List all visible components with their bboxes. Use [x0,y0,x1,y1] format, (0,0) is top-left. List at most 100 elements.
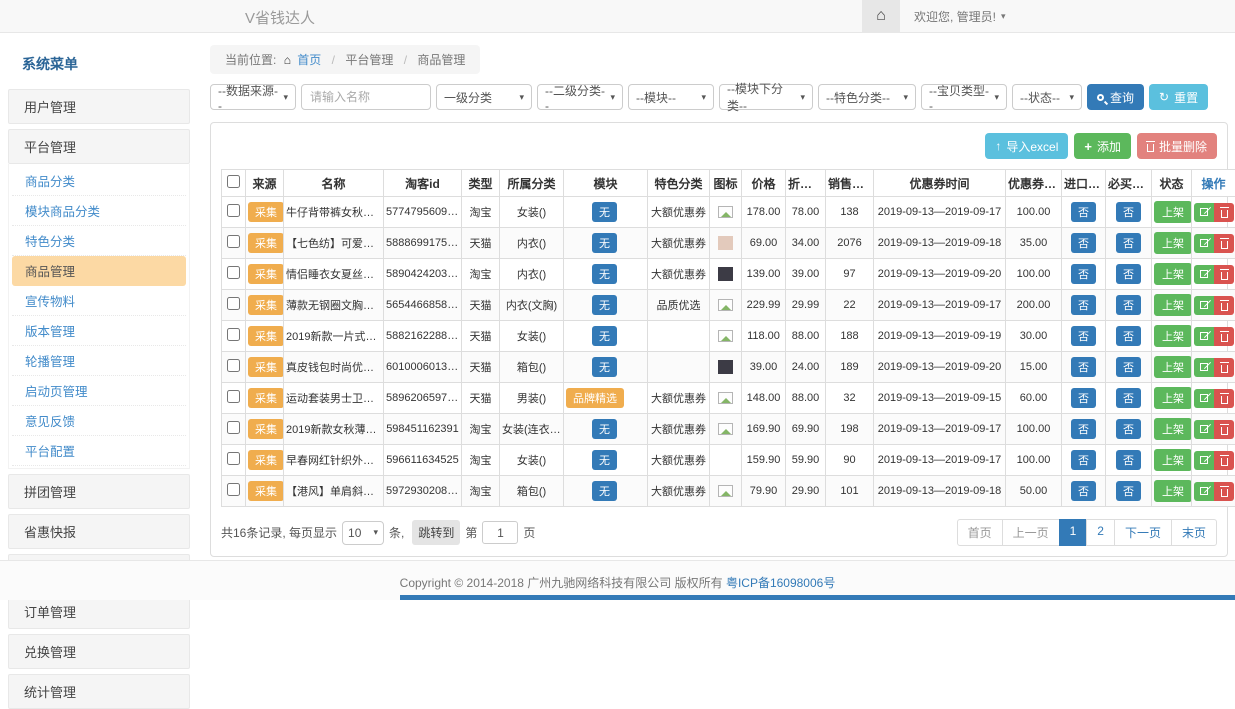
row-checkbox[interactable] [227,204,240,217]
status-button[interactable]: 上架 [1154,387,1192,409]
status-button[interactable]: 上架 [1154,356,1192,378]
import-excel-button[interactable]: ↑导入excel [985,133,1068,159]
row-checkbox[interactable] [227,421,240,434]
filter-select-feature-category[interactable]: --特色分类--▾ [818,84,916,110]
row-checkbox[interactable] [227,452,240,465]
edit-button[interactable] [1194,265,1214,284]
sidebar-subitem[interactable]: 意见反馈 [12,406,186,436]
filter-select-item-type[interactable]: --宝贝类型--▾ [921,84,1007,110]
must-buy-toggle[interactable]: 否 [1116,233,1141,253]
row-checkbox[interactable] [227,390,240,403]
import-select-toggle[interactable]: 否 [1071,326,1096,346]
prev-page-button[interactable]: 上一页 [1002,519,1060,546]
row-checkbox[interactable] [227,235,240,248]
sidebar-item-platform-management[interactable]: 平台管理 [8,129,190,164]
must-buy-toggle[interactable]: 否 [1116,357,1141,377]
import-select-toggle[interactable]: 否 [1071,264,1096,284]
import-select-toggle[interactable]: 否 [1071,419,1096,439]
sidebar-group-item[interactable]: 统计管理 [8,674,190,709]
status-button[interactable]: 上架 [1154,263,1192,285]
delete-button[interactable] [1214,234,1234,253]
search-button[interactable]: 查询 [1087,84,1144,110]
first-page-button[interactable]: 首页 [957,519,1003,546]
import-select-toggle[interactable]: 否 [1071,450,1096,470]
sidebar-subitem[interactable]: 特色分类 [12,226,186,256]
must-buy-toggle[interactable]: 否 [1116,481,1141,501]
name-search-input[interactable] [301,84,431,110]
edit-button[interactable] [1194,451,1214,470]
sidebar-subitem[interactable]: 版本管理 [12,316,186,346]
icp-link[interactable]: 粤ICP备16098006号 [726,576,835,590]
delete-button[interactable] [1214,327,1234,346]
row-checkbox[interactable] [227,297,240,310]
status-button[interactable]: 上架 [1154,201,1192,223]
delete-button[interactable] [1214,389,1234,408]
breadcrumb-home-link[interactable]: 首页 [297,53,321,67]
sidebar-subitem[interactable]: 平台配置 [12,436,186,466]
status-button[interactable]: 上架 [1154,294,1192,316]
delete-button[interactable] [1214,265,1234,284]
row-checkbox[interactable] [227,359,240,372]
delete-button[interactable] [1214,420,1234,439]
page-2-button[interactable]: 2 [1086,519,1115,546]
next-page-button[interactable]: 下一页 [1114,519,1172,546]
status-button[interactable]: 上架 [1154,449,1192,471]
jump-page-input[interactable] [482,521,518,544]
delete-button[interactable] [1214,296,1234,315]
status-button[interactable]: 上架 [1154,480,1192,502]
status-button[interactable]: 上架 [1154,418,1192,440]
sidebar-subitem[interactable]: 模块商品分类 [12,196,186,226]
must-buy-toggle[interactable]: 否 [1116,388,1141,408]
batch-delete-button[interactable]: 批量删除 [1137,133,1217,159]
edit-button[interactable] [1194,203,1214,222]
sidebar-item-user-management[interactable]: 用户管理 [8,89,190,124]
add-button[interactable]: +添加 [1074,133,1131,159]
user-menu[interactable]: 欢迎您, 管理员! ▾ [900,0,1020,32]
sidebar-subitem[interactable]: 商品分类 [12,166,186,196]
delete-button[interactable] [1214,451,1234,470]
delete-button[interactable] [1214,203,1234,222]
edit-button[interactable] [1194,420,1214,439]
status-button[interactable]: 上架 [1154,325,1192,347]
sidebar-group-item[interactable]: 省惠快报 [8,514,190,549]
import-select-toggle[interactable]: 否 [1071,388,1096,408]
status-button[interactable]: 上架 [1154,232,1192,254]
last-page-button[interactable]: 末页 [1171,519,1217,546]
edit-button[interactable] [1194,482,1214,501]
home-button[interactable]: ⌂ [862,0,900,32]
edit-button[interactable] [1194,358,1214,377]
sidebar-subitem[interactable]: 启动页管理 [12,376,186,406]
select-all-checkbox[interactable] [227,175,240,188]
edit-button[interactable] [1194,327,1214,346]
must-buy-toggle[interactable]: 否 [1116,326,1141,346]
row-checkbox[interactable] [227,266,240,279]
import-select-toggle[interactable]: 否 [1071,202,1096,222]
edit-button[interactable] [1194,389,1214,408]
import-select-toggle[interactable]: 否 [1071,481,1096,501]
sidebar-subitem[interactable]: 宣传物料 [12,286,186,316]
filter-select-module[interactable]: --模块--▾ [628,84,714,110]
must-buy-toggle[interactable]: 否 [1116,419,1141,439]
must-buy-toggle[interactable]: 否 [1116,295,1141,315]
must-buy-toggle[interactable]: 否 [1116,264,1141,284]
sidebar-group-item[interactable]: 兑换管理 [8,634,190,669]
reset-button[interactable]: ↻重置 [1149,84,1208,110]
sidebar-subitem[interactable]: 轮播管理 [12,346,186,376]
edit-button[interactable] [1194,234,1214,253]
row-checkbox[interactable] [227,328,240,341]
page-size-select[interactable]: 10▾ [342,521,384,545]
sidebar-subitem[interactable]: 商品管理 [12,256,186,286]
filter-select-level1-category[interactable]: 一级分类▾ [436,84,532,110]
import-select-toggle[interactable]: 否 [1071,233,1096,253]
filter-select-level2-category[interactable]: --二级分类--▾ [537,84,623,110]
must-buy-toggle[interactable]: 否 [1116,202,1141,222]
delete-button[interactable] [1214,482,1234,501]
delete-button[interactable] [1214,358,1234,377]
import-select-toggle[interactable]: 否 [1071,357,1096,377]
row-checkbox[interactable] [227,483,240,496]
filter-select-module-subcategory[interactable]: --模块下分类--▾ [719,84,813,110]
import-select-toggle[interactable]: 否 [1071,295,1096,315]
sidebar-group-item[interactable]: 拼团管理 [8,474,190,509]
must-buy-toggle[interactable]: 否 [1116,450,1141,470]
jump-button[interactable]: 跳转到 [412,520,460,545]
